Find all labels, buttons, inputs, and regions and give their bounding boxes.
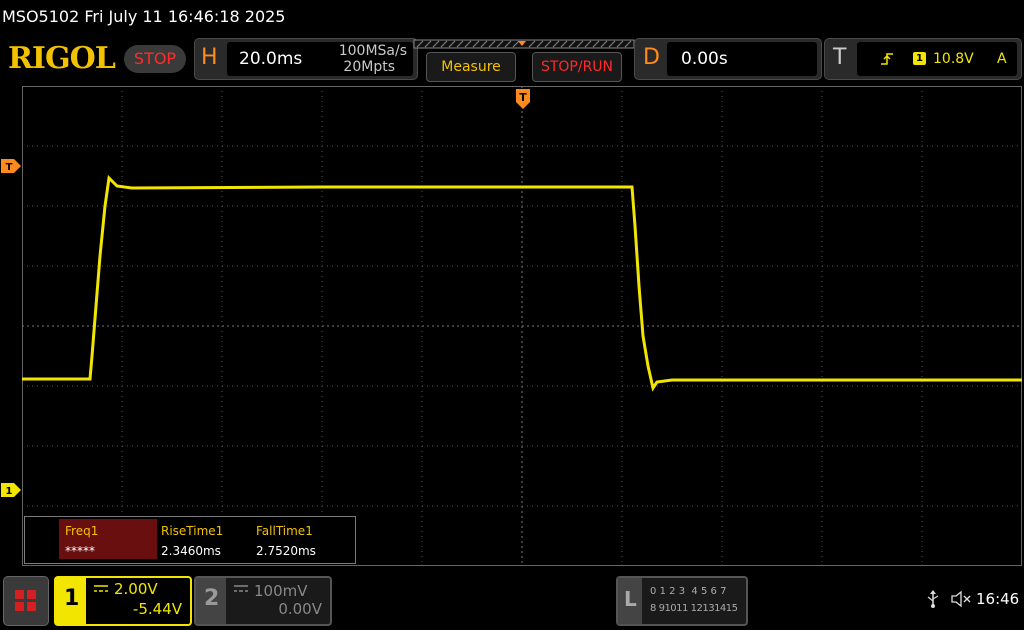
logic-ch-12: 12	[690, 603, 703, 614]
logic-ch-15: 15	[725, 603, 738, 614]
status-clock: 16:46	[976, 590, 1020, 608]
dc-coupling-icon	[94, 585, 108, 592]
delay-inner: 0.00s	[667, 42, 817, 76]
logic-ch-10: 10	[664, 603, 677, 614]
trigger-letter: T	[833, 45, 847, 70]
device-title: MSO5102 Fri July 11 16:46:18 2025	[2, 7, 286, 26]
logic-ch-7: 7	[720, 586, 727, 597]
trigger-position-label: T	[519, 91, 527, 104]
measurement-panel[interactable]: Freq1 ***** RiseTime1 2.3460ms FallTime1…	[24, 516, 356, 564]
horizontal-inner: 20.0ms 100MSa/s 20Mpts	[227, 42, 413, 76]
delay-letter: D	[643, 45, 660, 70]
stop-run-button[interactable]: STOP/RUN	[532, 52, 622, 82]
ch1-scale: 2.00V	[114, 580, 158, 598]
logic-ch-8: 8	[650, 603, 656, 614]
rising-edge-icon	[881, 53, 893, 65]
logic-ch-14: 14	[714, 603, 726, 614]
delay-value: 0.00s	[681, 49, 728, 69]
ch2-offset: 0.00V	[278, 600, 322, 618]
meas-header-rise: RiseTime1	[161, 524, 224, 538]
ch2-label: 2	[204, 586, 220, 611]
ch1-label: 1	[64, 586, 80, 611]
ch1-ground-marker[interactable]: 1	[0, 482, 22, 498]
logic-ch-0: 0	[650, 586, 657, 597]
meas-value-rise: 2.3460ms	[161, 544, 221, 558]
rigol-logo: RIGOL	[8, 41, 116, 76]
logic-ch-3: 3	[678, 586, 686, 597]
ch1-ground-label: 1	[6, 486, 13, 497]
logic-ch-2: 2	[669, 586, 676, 597]
graticule-center	[22, 86, 1022, 566]
logic-ch-4: 4	[691, 586, 698, 597]
logic-ch-1: 1	[659, 586, 666, 597]
ch2-control[interactable]: 2 100mV 0.00V	[194, 576, 332, 626]
logic-control[interactable]: L 0 1 2 3 4 5 6 7 8 91011 12131415	[616, 576, 748, 626]
title-bar: MSO5102 Fri July 11 16:46:18 2025	[0, 0, 1024, 34]
logic-ch-5: 5	[700, 586, 708, 597]
logic-ch-11: 11	[676, 603, 688, 614]
trigger-level-marker[interactable]: T	[0, 158, 22, 174]
memory-depth: 20Mpts	[343, 59, 395, 75]
trigger-position-marker[interactable]: T	[515, 88, 531, 110]
logic-label: L	[624, 587, 637, 611]
trigger-mode: A	[997, 51, 1007, 67]
ch1-offset: -5.44V	[132, 600, 182, 618]
horizontal-panel[interactable]: H 20.0ms 100MSa/s 20Mpts	[194, 38, 418, 80]
dc-coupling-icon	[234, 585, 248, 592]
trigger-level-label: T	[6, 162, 13, 173]
logic-ch-6: 6	[710, 586, 717, 597]
measure-button[interactable]: Measure	[426, 52, 516, 82]
meas-header-freq: Freq1	[65, 524, 99, 538]
memory-position-bar	[413, 39, 635, 49]
logic-ch-13: 13	[702, 603, 715, 614]
logic-channels-row1: 0 1 2 3 4 5 6 7	[650, 586, 726, 597]
waveform-display[interactable]	[22, 86, 1022, 566]
run-state-badge[interactable]: STOP	[124, 45, 186, 73]
sample-rate: 100MSa/s	[338, 43, 407, 59]
menu-grid-icon	[15, 590, 36, 611]
meas-value-freq: *****	[65, 544, 95, 558]
trigger-level: 10.8V	[933, 51, 974, 67]
trigger-panel[interactable]: T 1 10.8V A	[824, 38, 1022, 80]
logic-channels-row2: 8 91011 12131415	[650, 603, 738, 614]
speaker-muted-icon[interactable]	[950, 590, 972, 608]
timebase-value: 20.0ms	[239, 49, 303, 69]
horizontal-letter: H	[201, 45, 218, 70]
meas-header-fall: FallTime1	[256, 524, 313, 538]
usb-icon	[927, 590, 939, 608]
trigger-inner: 1 10.8V A	[857, 42, 1017, 76]
ch1-control[interactable]: 1 2.00V -5.44V	[54, 576, 192, 626]
delay-panel[interactable]: D 0.00s	[634, 38, 822, 80]
ch2-scale: 100mV	[254, 582, 308, 600]
app-menu-button[interactable]	[3, 576, 49, 626]
trigger-source-badge: 1	[913, 52, 926, 65]
meas-value-fall: 2.7520ms	[256, 544, 316, 558]
